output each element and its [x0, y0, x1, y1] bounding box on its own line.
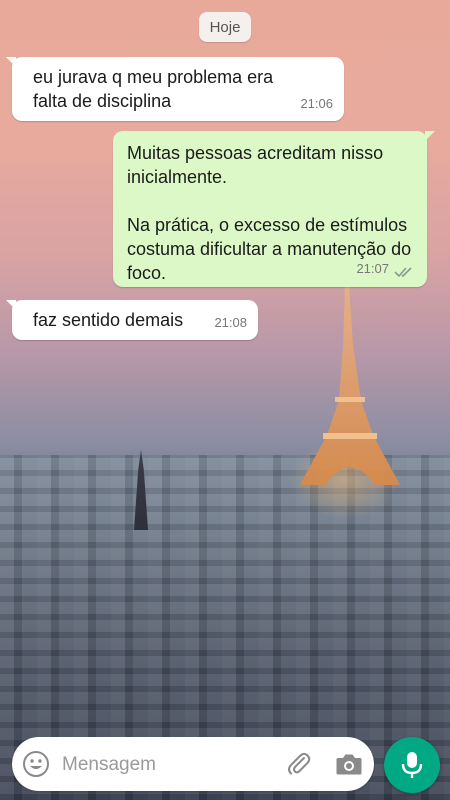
message-time: 21:08	[214, 315, 247, 330]
emoji-icon[interactable]	[21, 749, 51, 779]
message-input[interactable]	[60, 747, 284, 783]
message-composer	[12, 737, 374, 791]
message-time: 21:07	[356, 261, 389, 276]
message-text: eu jurava q meu problema era falta de di…	[33, 67, 274, 111]
microphone-button[interactable]	[384, 737, 440, 793]
read-double-check-icon	[394, 267, 412, 278]
paperclip-icon[interactable]	[286, 751, 312, 777]
microphone-icon	[401, 752, 423, 778]
camera-icon[interactable]	[335, 751, 363, 777]
message-time: 21:06	[300, 96, 333, 111]
message-bubble-incoming[interactable]: faz sentido demais 21:08	[12, 300, 258, 340]
message-bubble-incoming[interactable]: eu jurava q meu problema era falta de di…	[12, 57, 344, 121]
eiffel-tower-image	[300, 285, 400, 485]
message-bubble-outgoing[interactable]: Muitas pessoas acreditam nisso inicialme…	[113, 131, 427, 287]
date-chip: Hoje	[199, 12, 251, 42]
